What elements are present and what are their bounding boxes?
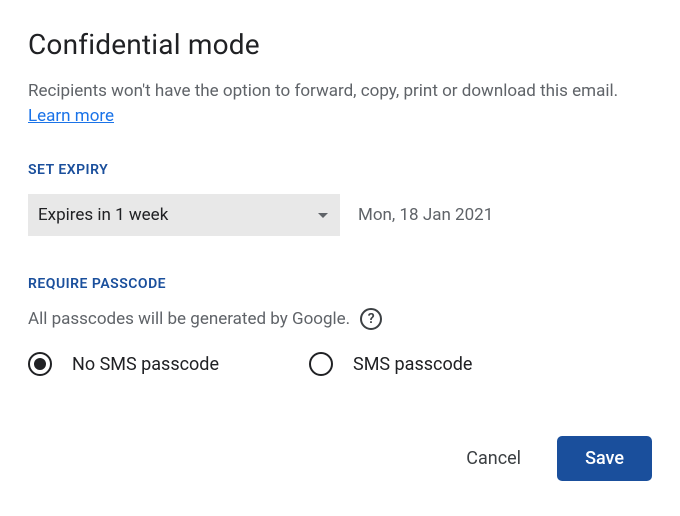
dialog-button-row: Cancel Save [28, 436, 652, 481]
passcode-description-row: All passcodes will be generated by Googl… [28, 308, 652, 330]
description-text: Recipients won't have the option to forw… [28, 81, 618, 101]
radio-label-sms: SMS passcode [353, 354, 472, 375]
learn-more-link[interactable]: Learn more [28, 106, 114, 126]
chevron-down-icon [318, 213, 328, 218]
require-passcode-header: REQUIRE PASSCODE [28, 276, 652, 292]
passcode-description: All passcodes will be generated by Googl… [28, 309, 350, 329]
radio-icon [28, 352, 52, 376]
radio-option-no-sms[interactable]: No SMS passcode [28, 352, 219, 376]
dialog-description: Recipients won't have the option to forw… [28, 79, 652, 128]
help-icon[interactable]: ? [360, 308, 382, 330]
radio-option-sms[interactable]: SMS passcode [309, 352, 472, 376]
save-button[interactable]: Save [557, 436, 652, 481]
expiry-row: Expires in 1 week Mon, 18 Jan 2021 [28, 194, 652, 236]
passcode-radio-group: No SMS passcode SMS passcode [28, 352, 652, 376]
radio-label-no-sms: No SMS passcode [72, 354, 219, 375]
expiry-select[interactable]: Expires in 1 week [28, 194, 340, 236]
dialog-title: Confidential mode [28, 28, 652, 61]
cancel-button[interactable]: Cancel [458, 438, 529, 479]
expiry-select-value: Expires in 1 week [38, 205, 168, 225]
expiry-date: Mon, 18 Jan 2021 [358, 205, 493, 225]
radio-icon [309, 352, 333, 376]
set-expiry-header: SET EXPIRY [28, 162, 652, 178]
